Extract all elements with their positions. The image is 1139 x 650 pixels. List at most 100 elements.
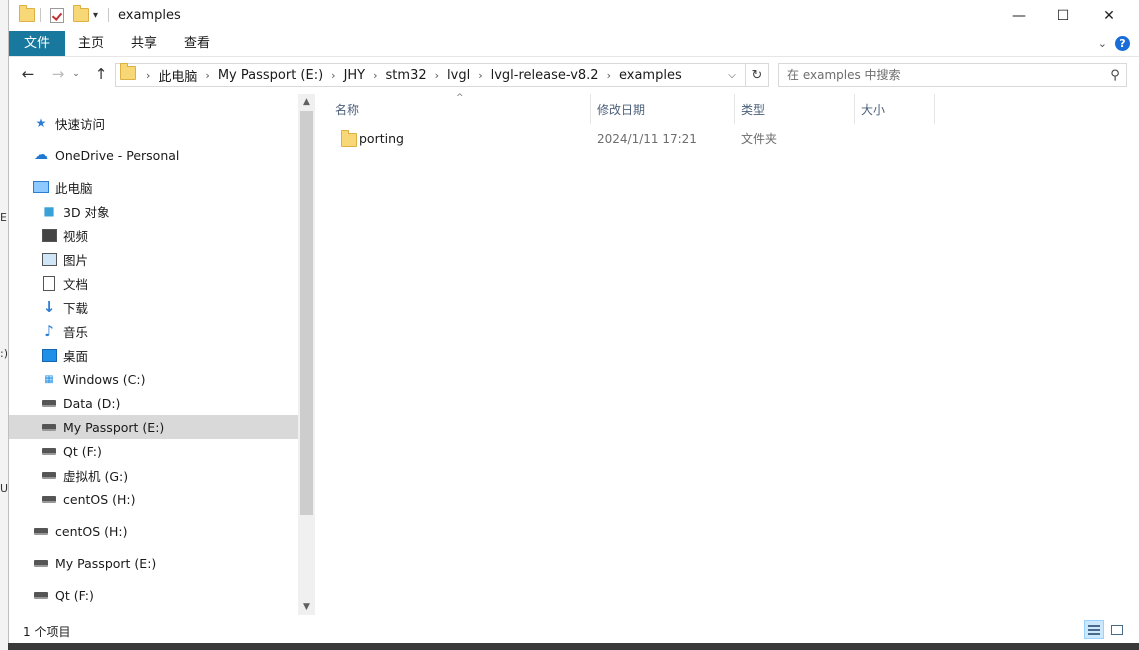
nav-label: centOS (H:)	[55, 523, 128, 539]
tab-share[interactable]: 共享	[117, 31, 171, 56]
nav-videos[interactable]: 视频	[9, 223, 330, 247]
nav-removable-f[interactable]: Qt (F:)	[9, 583, 322, 607]
breadcrumb-separator[interactable]: ›	[203, 69, 211, 82]
nav-downloads[interactable]: ↓ 下载	[9, 295, 330, 319]
folder-icon	[341, 130, 357, 147]
scroll-up-icon[interactable]: ▲	[298, 94, 315, 110]
breadcrumb-separator[interactable]: ›	[329, 69, 337, 82]
tab-view[interactable]: 查看	[171, 31, 223, 56]
nav-documents[interactable]: 文档	[9, 271, 330, 295]
nav-label: My Passport (E:)	[63, 419, 165, 435]
background-text: E	[0, 211, 7, 224]
recent-locations-icon[interactable]: ⌄	[69, 63, 83, 85]
breadcrumb-separator[interactable]: ›	[476, 69, 484, 82]
download-arrow-icon: ↓	[42, 298, 56, 316]
star-icon: ★	[35, 116, 47, 130]
back-arrow-icon[interactable]: ←	[17, 63, 39, 85]
cloud-icon: ☁	[34, 147, 48, 163]
item-count: 1 个项目	[23, 625, 71, 639]
nav-quick-access[interactable]: ★ 快速访问	[9, 111, 322, 135]
file-type: 文件夹	[741, 132, 778, 146]
column-label: 类型	[741, 102, 766, 117]
breadcrumb-jhy[interactable]: JHY	[338, 68, 372, 83]
nav-removable-h[interactable]: centOS (H:)	[9, 519, 322, 543]
breadcrumb-separator[interactable]: ›	[144, 69, 152, 82]
breadcrumb-drive[interactable]: My Passport (E:)	[212, 68, 329, 83]
file-row[interactable]: porting 2024/1/11 17:21 文件夹	[315, 128, 1139, 150]
column-header-size[interactable]: 大小	[855, 94, 935, 124]
column-label: 名称	[335, 102, 360, 117]
nav-this-pc[interactable]: 此电脑	[9, 175, 322, 199]
close-button[interactable]: ✕	[1086, 0, 1132, 31]
drive-icon	[41, 420, 57, 434]
sort-ascending-icon: ^	[456, 93, 464, 103]
nav-onedrive[interactable]: ☁ OneDrive - Personal	[9, 143, 322, 167]
details-view-icon[interactable]	[1084, 620, 1104, 639]
nav-3d-objects[interactable]: ■ 3D 对象	[9, 199, 330, 223]
column-header-modified[interactable]: 修改日期	[591, 94, 735, 124]
search-box[interactable]: ⚲	[778, 63, 1127, 87]
column-label: 修改日期	[597, 102, 646, 117]
minimize-button[interactable]: —	[996, 0, 1042, 31]
file-modified: 2024/1/11 17:21	[597, 132, 697, 146]
nav-drive-g[interactable]: 虚拟机 (G:)	[9, 463, 330, 487]
column-header-name[interactable]: 名称 ^	[315, 93, 591, 124]
nav-drive-d[interactable]: Data (D:)	[9, 391, 330, 415]
breadcrumb-examples[interactable]: examples	[613, 68, 688, 83]
breadcrumb-stm32[interactable]: stm32	[380, 68, 433, 83]
search-input[interactable]	[779, 64, 1104, 86]
navigation-pane: ★ 快速访问 ☁ OneDrive - Personal 此电脑 ■ 3D 对象…	[9, 94, 330, 615]
separator	[40, 6, 41, 24]
nav-pictures[interactable]: 图片	[9, 247, 330, 271]
computer-icon	[33, 180, 49, 194]
breadcrumb-lvgl-release[interactable]: lvgl-release-v8.2	[485, 68, 605, 83]
document-icon	[41, 275, 57, 291]
breadcrumb-separator[interactable]: ›	[371, 69, 379, 82]
nav-label: Qt (F:)	[63, 443, 102, 459]
nav-scrollbar[interactable]: ▲ ▼	[298, 94, 315, 615]
address-bar[interactable]: › 此电脑 › My Passport (E:) › JHY › stm32 ›…	[115, 63, 769, 87]
up-arrow-icon[interactable]: ↑	[90, 63, 112, 85]
breadcrumb-lvgl[interactable]: lvgl	[441, 68, 476, 83]
nav-desktop[interactable]: 桌面	[9, 343, 330, 367]
nav-drive-h[interactable]: centOS (H:)	[9, 487, 330, 511]
breadcrumb-this-pc[interactable]: 此电脑	[152, 66, 203, 85]
address-history-dropdown-icon[interactable]: ⌵	[722, 64, 742, 86]
drive-icon	[41, 492, 57, 506]
tab-file[interactable]: 文件	[9, 31, 65, 56]
forward-arrow-icon[interactable]: →	[47, 63, 69, 85]
breadcrumb-separator[interactable]: ›	[605, 69, 613, 82]
navigation-bar: ← → ⌄ ↑ › 此电脑 › My Passport (E:) › JHY ›…	[9, 57, 1139, 91]
ribbon-tabs: 文件 主页 共享 查看 ⌄ ?	[9, 31, 1139, 57]
scrollbar-thumb[interactable]	[300, 111, 313, 515]
file-list: 名称 ^ 修改日期 类型 大小 porting 2024/1/11 17:21 …	[315, 93, 1139, 615]
refresh-icon[interactable]: ↻	[745, 64, 768, 86]
folder-icon	[120, 63, 136, 84]
nav-label: Data (D:)	[63, 395, 121, 411]
title-bar: ▾ examples — ☐ ✕	[9, 0, 1139, 31]
separator	[108, 6, 109, 24]
nav-drive-c[interactable]: ▦ Windows (C:)	[9, 367, 330, 391]
file-explorer-window: ▾ examples — ☐ ✕ 文件 主页 共享 查看 ⌄ ? ← → ⌄ ↑…	[8, 0, 1139, 643]
nav-label: centOS (H:)	[63, 491, 136, 507]
nav-removable-e[interactable]: My Passport (E:)	[9, 551, 322, 575]
nav-label: My Passport (E:)	[55, 555, 157, 571]
tab-home[interactable]: 主页	[65, 31, 117, 56]
chevron-down-icon[interactable]: ⌄	[1098, 37, 1107, 50]
nav-drive-f[interactable]: Qt (F:)	[9, 439, 330, 463]
properties-icon[interactable]	[50, 6, 64, 24]
scroll-down-icon[interactable]: ▼	[298, 599, 315, 615]
help-icon[interactable]: ?	[1115, 36, 1130, 51]
status-bar: 1 个项目	[9, 617, 1139, 643]
nav-drive-e[interactable]: My Passport (E:)	[9, 415, 330, 439]
breadcrumb-separator[interactable]: ›	[433, 69, 441, 82]
folder-icon	[19, 5, 35, 24]
large-icons-view-icon[interactable]	[1107, 620, 1127, 639]
column-header-type[interactable]: 类型	[735, 94, 855, 124]
music-note-icon: ♪	[44, 322, 54, 340]
customize-toolbar-icon[interactable]: ▾	[93, 6, 98, 24]
new-folder-icon[interactable]	[73, 5, 89, 24]
maximize-button[interactable]: ☐	[1040, 0, 1086, 31]
nav-music[interactable]: ♪ 音乐	[9, 319, 330, 343]
search-icon[interactable]: ⚲	[1104, 68, 1126, 83]
